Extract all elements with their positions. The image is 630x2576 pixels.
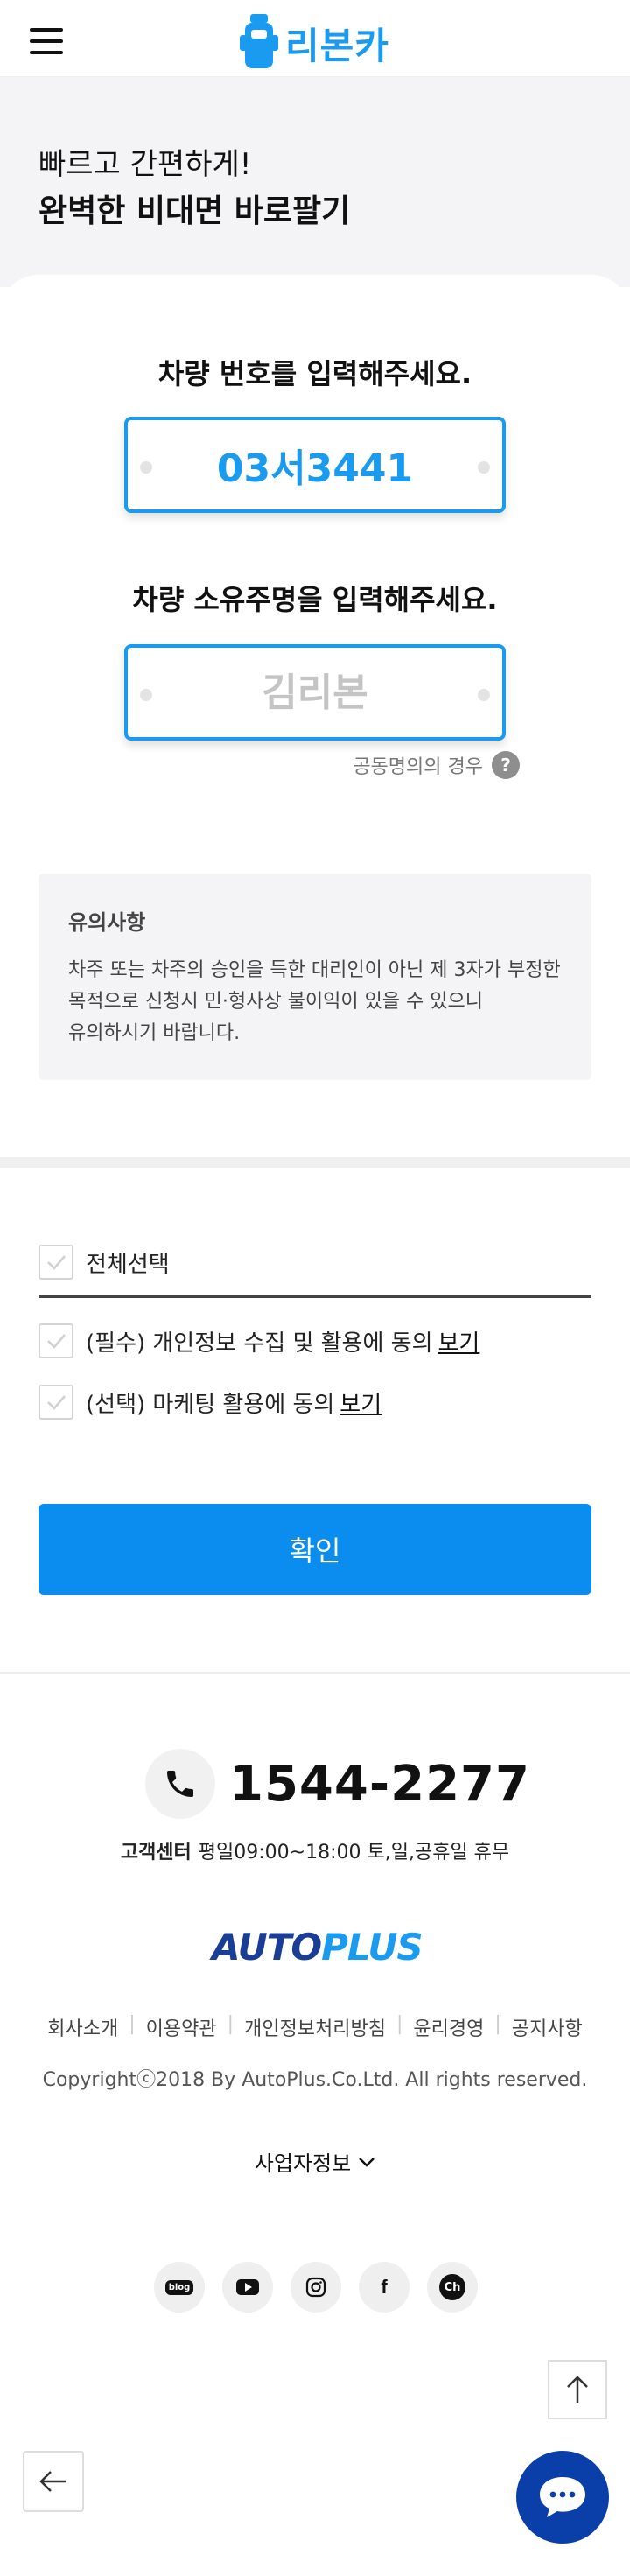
chat-bubble-icon [540,2477,585,2517]
checkmark-icon [47,1395,66,1410]
blog-icon[interactable]: blog [154,2262,205,2313]
kakao-channel-icon[interactable]: Ch [427,2262,478,2313]
back-button[interactable] [23,2451,84,2512]
phone-icon [145,1749,215,1819]
hero-banner: 빠르고 간편하게! 완벽한 비대면 바로팔기 [0,77,630,287]
business-info-label: 사업자정보 [254,2151,352,2176]
co-owner-label: 공동명의의 경우 [353,756,483,778]
arrow-left-icon [39,2471,66,2492]
agreements-divider [38,1295,592,1298]
copyright-text: Copyrightⓒ2018 By AutoPlus.Co.Ltd. All r… [42,2069,588,2091]
hero-title: 완벽한 비대면 바로팔기 [38,193,351,229]
cs-hours: 평일09:00~18:00 토,일,공휴일 휴무 [198,1842,510,1864]
chevron-down-icon [359,2157,375,2167]
footer-links: 회사소개 | 이용약관 | 개인정보처리방침 | 윤리경영 | 공지사항 [0,2013,630,2041]
logo-text: 리본카 [285,24,389,67]
footer-link-terms[interactable]: 이용약관 [146,2013,217,2041]
checkbox[interactable] [38,1385,74,1420]
arrow-up-icon [567,2376,588,2403]
blog-icon-label: blog [164,2279,194,2295]
plate-number-label: 차량 번호를 입력해주세요. [158,357,472,390]
co-owner-help-link[interactable]: 공동명의의 경우 ? [353,751,520,779]
customer-center-hours: 고객센터 평일09:00~18:00 토,일,공휴일 휴무 [0,1836,630,1864]
notice-line: 목적으로 신청시 민·형사상 불이익이 있을 수 있으니 [68,991,483,1013]
required-privacy-checkbox[interactable]: (필수) 개인정보 수집 및 활용에 동의 보기 [38,1323,480,1358]
section-divider [0,1157,630,1168]
select-all-label: 전체선택 [86,1251,170,1278]
footer-divider [0,1672,630,1674]
hamburger-menu-icon[interactable] [30,28,63,54]
link-separator: | [494,2013,501,2035]
kakao-channel-icon-label: Ch [439,2274,466,2300]
footer-link-ethics[interactable]: 윤리경영 [413,2013,484,2041]
autoplus-logo: AUTOPLUS [212,1926,424,1969]
facebook-icon-label: f [381,2276,388,2298]
instagram-icon[interactable] [290,2262,341,2313]
app-header: 리본카 [0,0,630,77]
notice-line: 유의하시기 바랍니다. [68,1022,241,1044]
customer-phone[interactable]: 1544-2277 [145,1749,530,1819]
social-links: blog f Ch [154,2262,495,2313]
business-info-toggle[interactable]: 사업자정보 [0,2146,630,2177]
view-marketing-link[interactable]: 보기 [340,1386,382,1419]
owner-name-label: 차량 소유주명을 입력해주세요. [132,583,498,616]
confirm-button[interactable]: 확인 [38,1504,592,1595]
optional-marketing-label: (선택) 마케팅 활용에 동의 [86,1391,335,1418]
view-privacy-link[interactable]: 보기 [438,1325,480,1358]
autoplus-logo-part2: PLUS [321,1926,424,1969]
car-mascot-icon [240,14,278,68]
checkbox[interactable] [38,1245,74,1280]
checkmark-icon [47,1334,66,1349]
facebook-icon[interactable]: f [359,2262,410,2313]
plate-bolt-left [140,461,152,474]
scroll-to-top-button[interactable] [548,2360,607,2419]
plate-bolt-right [478,689,490,701]
chat-button[interactable] [516,2451,609,2544]
notice-box: 유의사항 차주 또는 차주의 승인을 득한 대리인이 아닌 제 3자가 부정한 … [38,874,592,1080]
cs-label: 고객센터 [120,1842,192,1864]
select-all-checkbox[interactable]: 전체선택 [38,1245,170,1280]
phone-number: 1544-2277 [229,1755,530,1813]
autoplus-logo-part1: AUTO [212,1926,322,1969]
required-privacy-label: (필수) 개인정보 수집 및 활용에 동의 [86,1330,433,1357]
footer-link-notice[interactable]: 공지사항 [512,2013,583,2041]
plate-bolt-right [478,461,490,474]
checkbox[interactable] [38,1323,74,1358]
footer-link-privacy[interactable]: 개인정보처리방침 [244,2013,386,2041]
link-separator: | [129,2013,136,2035]
question-mark-icon[interactable]: ? [492,751,520,779]
notice-line: 차주 또는 차주의 승인을 득한 대리인이 아닌 제 3자가 부정한 [68,959,561,981]
optional-marketing-checkbox[interactable]: (선택) 마케팅 활용에 동의 보기 [38,1385,382,1420]
owner-name-input[interactable] [158,670,472,715]
footer-link-company[interactable]: 회사소개 [47,2013,118,2041]
plate-number-field[interactable] [124,417,506,513]
notice-title: 유의사항 [68,910,146,935]
youtube-icon[interactable] [222,2262,273,2313]
link-separator: | [396,2013,403,2035]
link-separator: | [227,2013,234,2035]
plate-bolt-left [140,689,152,701]
plate-number-input[interactable] [158,442,472,488]
reborn-car-logo[interactable]: 리본카 [240,12,389,74]
checkmark-icon [47,1255,66,1270]
hero-subtitle: 빠르고 간편하게! [38,147,252,182]
notice-body: 차주 또는 차주의 승인을 득한 대리인이 아닌 제 3자가 부정한 목적으로 … [68,955,562,1049]
owner-name-field[interactable] [124,644,506,741]
